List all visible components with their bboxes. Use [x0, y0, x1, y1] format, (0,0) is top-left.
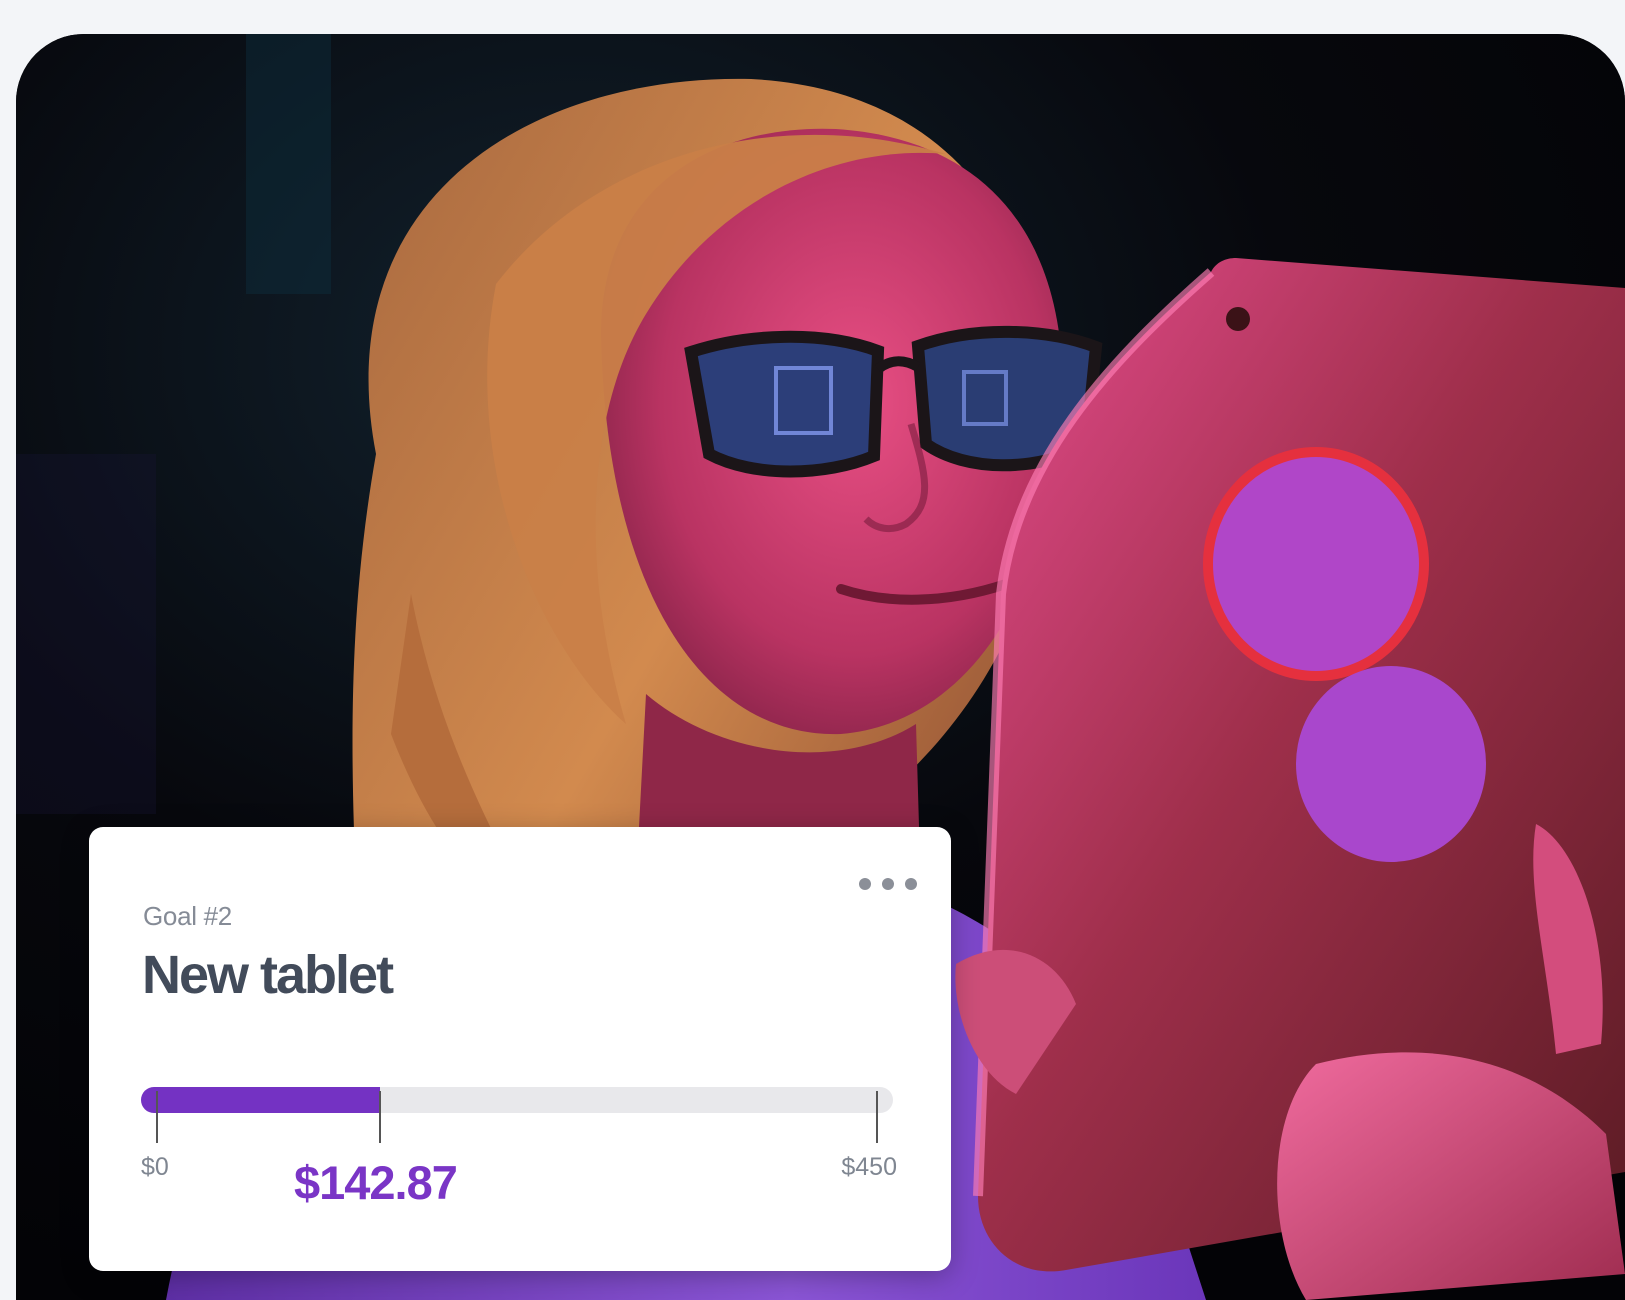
progress-start-tick — [156, 1091, 158, 1143]
progress-current-tick — [378, 1091, 381, 1143]
goal-progress: $0 $450 — [141, 1087, 897, 1181]
goal-card: Goal #2 New tablet $0 $450 $142.87 — [89, 827, 951, 1271]
more-horizontal-icon-dot — [905, 878, 917, 890]
progress-max-label: $450 — [841, 1153, 897, 1181]
more-options-button[interactable] — [859, 869, 917, 899]
progress-fill — [141, 1087, 380, 1113]
goal-title: New tablet — [142, 945, 394, 1005]
progress-min-label: $0 — [141, 1153, 169, 1181]
goal-number-label: Goal #2 — [143, 901, 232, 931]
progress-end-tick — [876, 1091, 878, 1143]
more-horizontal-icon-dot — [882, 878, 894, 890]
saved-amount: $142.87 — [294, 1156, 458, 1209]
more-horizontal-icon-dot — [859, 878, 871, 890]
